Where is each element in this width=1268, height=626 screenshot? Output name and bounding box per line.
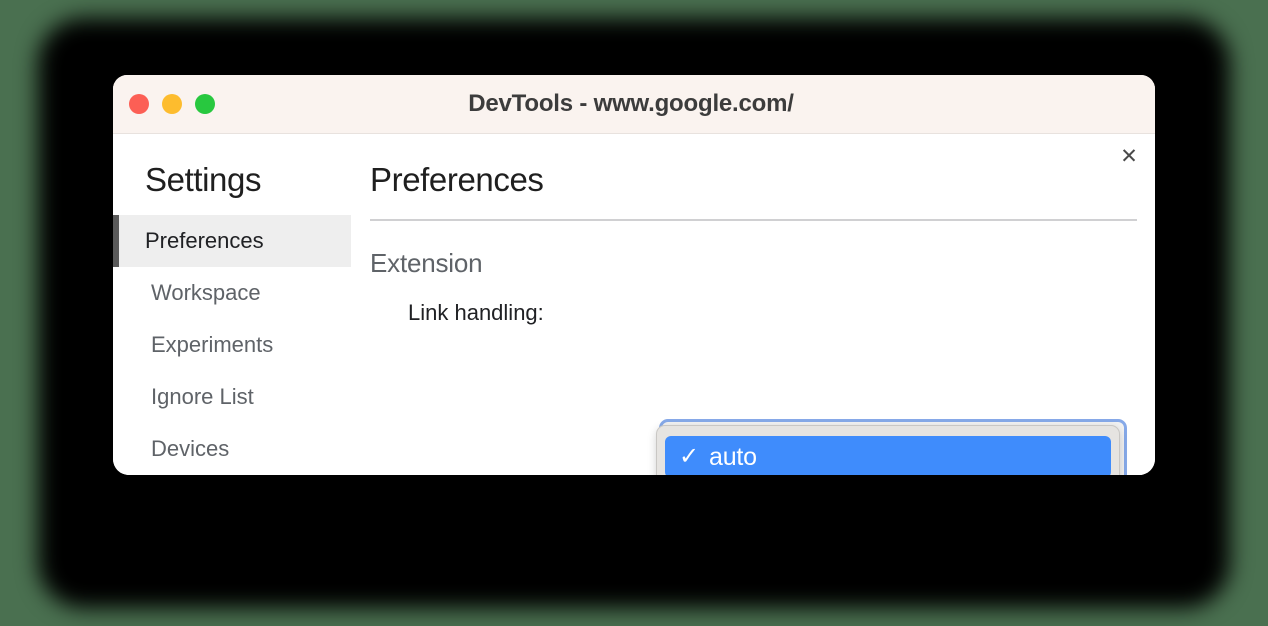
sidebar-item-ignore-list[interactable]: Ignore List — [113, 371, 351, 423]
page-title: Preferences — [370, 161, 544, 198]
title-divider — [370, 219, 1137, 221]
link-handling-label: Link handling: — [408, 300, 544, 325]
sidebar-item-label: Preferences — [145, 228, 264, 253]
sidebar-item-devices[interactable]: Devices — [113, 423, 351, 475]
settings-main-panel: ✕ Preferences Extension Link handling: ✓… — [351, 134, 1155, 475]
devtools-window: DevTools - www.google.com/ Settings Pref… — [113, 75, 1155, 475]
link-handling-select-stack: ✓ auto Open In IntelliJ — [656, 419, 1130, 475]
sidebar-item-experiments[interactable]: Experiments — [113, 319, 351, 371]
traffic-light-group — [129, 94, 215, 114]
settings-dialog-body: Settings Preferences Workspace Experimen… — [113, 134, 1155, 475]
sidebar-item-preferences[interactable]: Preferences — [113, 215, 351, 267]
dropdown-option-label: auto — [709, 442, 757, 471]
minimize-window-button[interactable] — [162, 94, 182, 114]
sidebar-item-label: Devices — [151, 436, 230, 461]
dropdown-option-auto[interactable]: ✓ auto — [665, 436, 1111, 475]
close-icon[interactable]: ✕ — [1116, 143, 1142, 169]
checkmark-icon: ✓ — [679, 443, 699, 470]
window-titlebar: DevTools - www.google.com/ — [113, 75, 1155, 134]
settings-sidebar: Settings Preferences Workspace Experimen… — [113, 134, 351, 475]
sidebar-item-workspace[interactable]: Workspace — [113, 267, 351, 319]
zoom-window-button[interactable] — [195, 94, 215, 114]
sidebar-title: Settings — [145, 161, 262, 198]
close-window-button[interactable] — [129, 94, 149, 114]
section-heading-extension: Extension — [370, 248, 483, 278]
window-title: DevTools - www.google.com/ — [468, 90, 794, 117]
sidebar-item-label: Experiments — [151, 332, 274, 357]
sidebar-item-label: Workspace — [151, 280, 261, 305]
sidebar-item-label: Ignore List — [151, 384, 254, 409]
link-handling-dropdown-menu: ✓ auto Open In IntelliJ — [656, 425, 1120, 475]
